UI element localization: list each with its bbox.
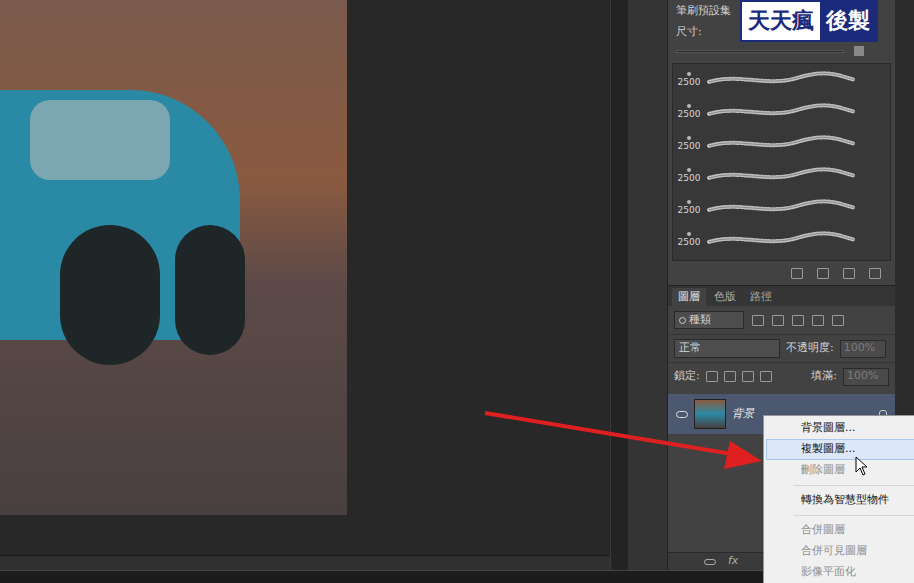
fx-button[interactable]: fx	[728, 553, 738, 570]
watermark-logo: 天天瘋後製	[740, 0, 878, 42]
brush-item[interactable]: 2500	[673, 224, 890, 256]
size-label: 尺寸:	[676, 24, 702, 41]
shape-filter-icon[interactable]	[812, 315, 824, 326]
eye-icon[interactable]	[676, 411, 688, 418]
image-filter-icon[interactable]	[752, 315, 764, 326]
horizontal-scrollbar[interactable]	[0, 555, 610, 570]
brush-stroke-icon	[707, 229, 857, 251]
menu-item[interactable]: 複製圖層...	[766, 439, 914, 460]
grid-icon[interactable]	[817, 268, 829, 279]
brush-presets-panel: 筆刷預設集尺寸:250025002500250025002500	[668, 0, 895, 286]
tab[interactable]: 圖層	[672, 288, 706, 306]
tab-bar: 圖層色版路徑	[668, 286, 895, 306]
brush-tip-icon	[687, 232, 691, 236]
vertical-scrollbar[interactable]	[610, 0, 628, 570]
menu-item[interactable]: 背景圖層...	[766, 418, 914, 439]
context-menu: 背景圖層...複製圖層...刪除圖層轉換為智慧型物件合併圖層合併可見圖層影像平面…	[763, 415, 914, 583]
toggle-icon[interactable]	[791, 268, 803, 279]
filter-dropdown[interactable]: 種類	[674, 311, 744, 329]
menu-separator	[794, 485, 914, 486]
brush-stroke-icon	[707, 165, 857, 187]
cursor-icon	[855, 456, 869, 476]
new-icon[interactable]	[843, 268, 855, 279]
smart-filter-icon[interactable]	[832, 315, 844, 326]
size-slider[interactable]	[676, 50, 844, 53]
blend-mode-dropdown[interactable]: 正常	[674, 339, 780, 358]
lock-pixels-icon[interactable]	[706, 371, 718, 382]
fill-field[interactable]: 100%	[843, 368, 889, 386]
brush-tip-icon	[687, 136, 691, 140]
trash-icon[interactable]	[869, 268, 881, 279]
brush-stroke-icon	[707, 197, 857, 219]
text-filter-icon[interactable]	[792, 315, 804, 326]
red-arrow-icon	[480, 405, 770, 470]
brush-tip-icon	[687, 104, 691, 108]
brush-tip-icon	[687, 200, 691, 204]
brush-item[interactable]: 2500	[673, 128, 890, 160]
menu-item[interactable]: 轉換為智慧型物件	[766, 490, 914, 511]
menu-item[interactable]: 合併可見圖層	[766, 541, 914, 562]
menu-item[interactable]: 合併圖層	[766, 520, 914, 541]
brush-toolbar	[668, 261, 895, 285]
link-icon[interactable]	[704, 559, 716, 565]
lock-move-icon[interactable]	[742, 371, 754, 382]
car-photo	[0, 0, 347, 515]
canvas-area	[0, 0, 610, 570]
brush-item[interactable]: 2500	[673, 160, 890, 192]
lock-paint-icon[interactable]	[724, 371, 736, 382]
lock-all-icon[interactable]	[760, 371, 772, 382]
adjust-filter-icon[interactable]	[772, 315, 784, 326]
brush-item[interactable]: 2500	[673, 64, 890, 96]
tab[interactable]: 路徑	[744, 288, 778, 306]
opacity-field[interactable]: 100%	[840, 340, 886, 358]
menu-item[interactable]: 刪除圖層	[766, 460, 914, 481]
menu-separator	[794, 515, 914, 516]
layer-thumbnail	[694, 399, 726, 429]
brush-stroke-icon	[707, 69, 857, 91]
panel-title: 筆刷預設集	[676, 3, 731, 20]
photoshop-window: 筆刷預設集尺寸:250025002500250025002500圖層色版路徑種類…	[0, 0, 914, 583]
brush-tip-icon	[687, 168, 691, 172]
brush-list: 250025002500250025002500	[672, 63, 891, 261]
brush-tip-icon	[687, 72, 691, 76]
brush-stroke-icon	[707, 101, 857, 123]
search-icon	[679, 317, 686, 324]
brush-stroke-icon	[707, 133, 857, 155]
menu-item[interactable]: 影像平面化	[766, 562, 914, 583]
brush-item[interactable]: 2500	[673, 96, 890, 128]
brush-item[interactable]: 2500	[673, 192, 890, 224]
tab[interactable]: 色版	[708, 288, 742, 306]
